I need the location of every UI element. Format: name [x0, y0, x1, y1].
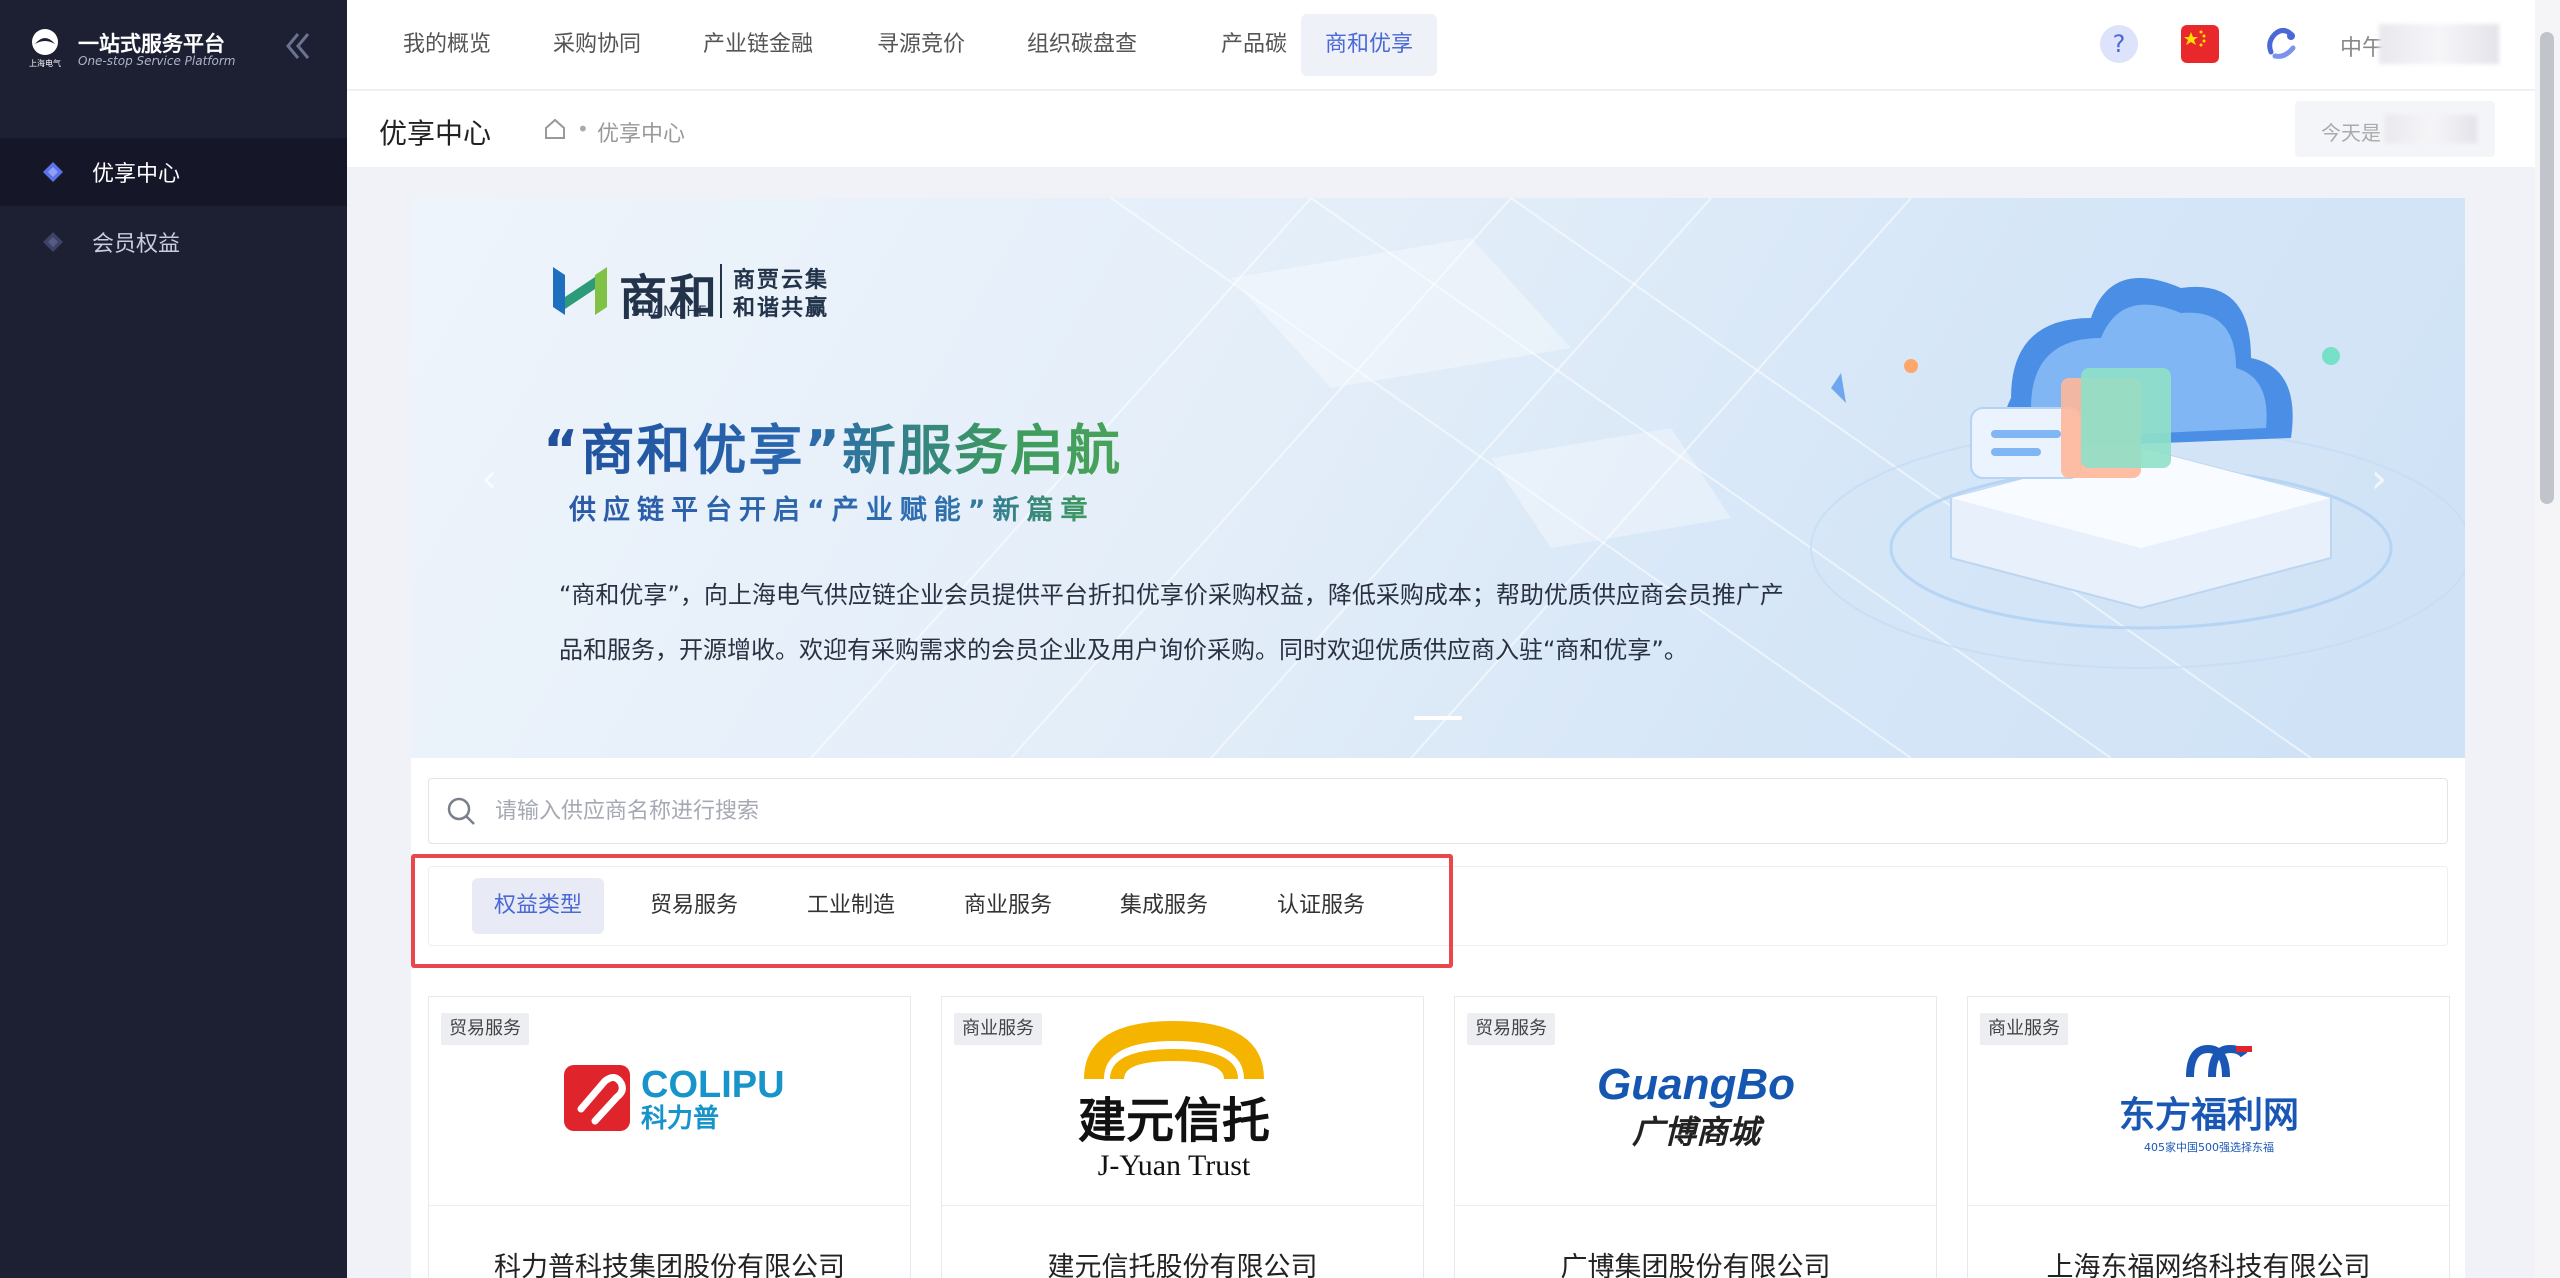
card-company-name: 建元信托股份有限公司	[1047, 1252, 1318, 1278]
diamond-icon	[43, 162, 63, 182]
shanghai-electric-logo-icon: 上海电气	[29, 29, 61, 68]
page-title: 优享中心	[379, 117, 492, 150]
scrollbar-thumb[interactable]	[2540, 32, 2554, 504]
shanghe-logo-icon	[553, 267, 607, 315]
filter-tab-certification-services[interactable]: 认证服务	[1255, 878, 1387, 934]
supplier-card[interactable]: 建元信托 J-Yuan Trust 商业服务 建元信托股份有限公司	[941, 996, 1424, 1278]
sidebar: 上海电气 一站式服务平台 One-stop Service Platform 优…	[0, 0, 347, 1278]
supplier-content: 权益类型 贸易服务 工业制造 商业服务 集成服务 认证服务 COLIPU 科力普…	[411, 758, 2465, 1278]
nav-tab-supply-chain-finance[interactable]: 产业链金融	[679, 14, 837, 76]
page-scrollbar[interactable]	[2535, 0, 2560, 1278]
card-company-name: 广博集团股份有限公司	[1560, 1252, 1831, 1278]
filter-tab-business-services[interactable]: 商业服务	[942, 878, 1074, 934]
nav-tab-product-carbon[interactable]: 产品碳	[1197, 14, 1311, 76]
app-subtitle: One-stop Service Platform	[78, 54, 236, 68]
card-company-name: 上海东福网络科技有限公司	[2046, 1252, 2371, 1278]
page-header: 优享中心 • 优享中心 今天是	[347, 91, 2535, 167]
china-flag-icon[interactable]	[2180, 24, 2220, 64]
filter-tab-benefit-type[interactable]: 权益类型	[472, 878, 605, 934]
home-icon[interactable]	[543, 117, 567, 141]
carousel-prev-button[interactable]: ‹	[481, 456, 497, 502]
svg-text:上海电气: 上海电气	[29, 58, 61, 68]
card-category-tag: 商业服务	[1980, 1013, 2068, 1045]
card-category-tag: 商业服务	[954, 1013, 1042, 1045]
card-divider	[1455, 1205, 1936, 1206]
supplier-card[interactable]: GuangBo 广博商城 贸易服务 广博集团股份有限公司	[1454, 996, 1937, 1278]
svg-text:建元信托: 建元信托	[1078, 1093, 1270, 1149]
customer-service-icon[interactable]	[2261, 24, 2301, 64]
supplier-card[interactable]: 东方福利网 405家中国500强选择东福 商业服务 上海东福网络科技有限公司	[1967, 996, 2450, 1278]
filter-tab-industrial-manufacturing[interactable]: 工业制造	[785, 878, 917, 934]
svg-text:东方福利网: 东方福利网	[2119, 1095, 2299, 1136]
date-blurred	[2385, 115, 2477, 143]
top-navigation: 我的概览 采购协同 产业链金融 寻源竞价 组织碳盘查 产品碳 商和优享 ? 中午	[347, 0, 2535, 90]
brand-slogan-line2: 和谐共赢	[733, 296, 830, 321]
brand-divider	[720, 264, 722, 318]
user-greeting[interactable]: 中午	[2340, 30, 2384, 62]
sidebar-item-youxiang-center[interactable]: 优享中心	[0, 138, 347, 206]
card-divider	[1968, 1205, 2449, 1206]
diamond-icon	[43, 232, 63, 252]
cloud-platform-illustration	[1810, 278, 2465, 669]
breadcrumb-current[interactable]: 优享中心	[597, 116, 685, 148]
svg-text:GuangBo: GuangBo	[1597, 1060, 1795, 1109]
app-logo[interactable]: 上海电气 一站式服务平台 One-stop Service Platform	[24, 26, 235, 70]
collapse-sidebar-button[interactable]	[280, 28, 316, 64]
svg-text:广博商城: 广博商城	[1632, 1113, 1765, 1151]
nav-tab-carbon-inventory[interactable]: 组织碳盘查	[1003, 14, 1161, 76]
card-divider	[429, 1205, 910, 1206]
nav-tab-overview[interactable]: 我的概览	[379, 14, 515, 76]
help-icon[interactable]: ?	[2099, 24, 2139, 64]
svg-text:405家中国500强选择东福: 405家中国500强选择东福	[2144, 1140, 2274, 1154]
svg-text:J-Yuan Trust: J-Yuan Trust	[1098, 1149, 1251, 1182]
today-date-box: 今天是	[2295, 101, 2495, 157]
banner-subheadline: 供应链平台开启“产业赋能”新篇章	[569, 488, 1095, 527]
svg-text:?: ?	[2113, 30, 2126, 58]
promo-banner[interactable]: 商和 SHANGHE 商贾云集 和谐共赢 “商和优享”新服务启航 供应链平台开启…	[411, 198, 2465, 758]
filter-tab-trade-services[interactable]: 贸易服务	[628, 878, 760, 934]
brand-name-en: SHANGHE	[631, 304, 708, 320]
today-label: 今天是	[2321, 121, 2381, 145]
supplier-search[interactable]	[428, 778, 2448, 844]
card-category-tag: 贸易服务	[441, 1013, 529, 1045]
search-icon	[447, 797, 475, 825]
sidebar-item-label: 优享中心	[92, 162, 181, 187]
sidebar-item-label: 会员权益	[92, 232, 181, 257]
breadcrumb-separator: •	[577, 117, 589, 141]
svg-text:COLIPU: COLIPU	[641, 1064, 785, 1106]
svg-text:科力普: 科力普	[641, 1103, 719, 1134]
banner-headline: “商和优享”新服务启航	[543, 406, 1122, 485]
card-company-name: 科力普科技集团股份有限公司	[494, 1252, 845, 1278]
nav-tab-procurement[interactable]: 采购协同	[529, 14, 665, 76]
filter-tab-integration-services[interactable]: 集成服务	[1098, 878, 1230, 934]
supplier-card[interactable]: COLIPU 科力普 贸易服务 科力普科技集团股份有限公司	[428, 996, 911, 1278]
user-name-blurred[interactable]	[2379, 24, 2499, 64]
card-category-tag: 贸易服务	[1467, 1013, 1555, 1045]
sidebar-item-member-benefits[interactable]: 会员权益	[0, 208, 347, 276]
card-divider	[942, 1205, 1423, 1206]
nav-tab-shanghe-youxiang[interactable]: 商和优享	[1301, 14, 1438, 76]
nav-tab-sourcing-bidding[interactable]: 寻源竞价	[853, 14, 989, 76]
double-chevron-left-icon	[286, 33, 310, 59]
search-input[interactable]	[495, 791, 2395, 831]
banner-description: “商和优享”，向上海电气供应链企业会员提供平台折扣优享价采购权益，降低采购成本；…	[559, 581, 1784, 664]
carousel-indicator[interactable]	[1414, 716, 1462, 720]
